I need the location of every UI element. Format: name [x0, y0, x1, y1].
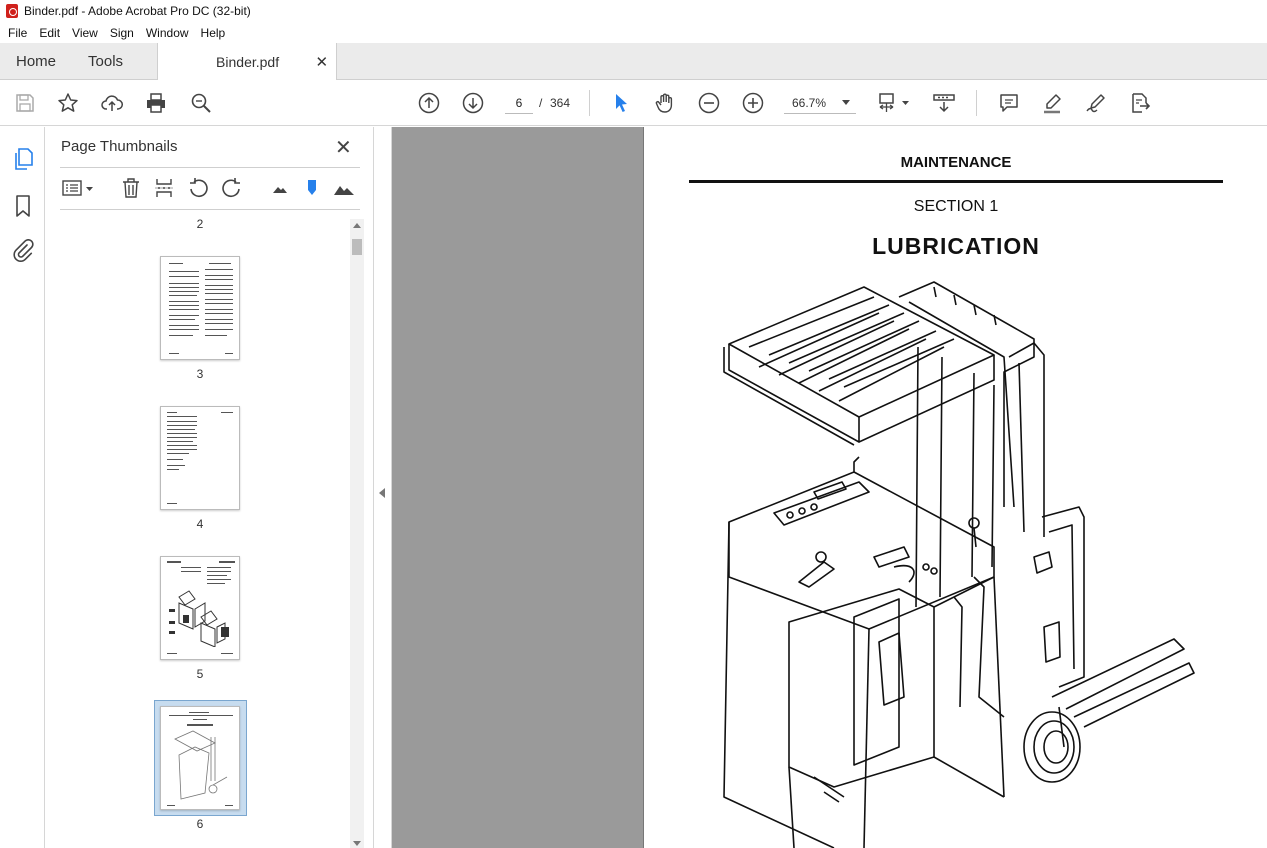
page-thumbnails-icon[interactable]: [11, 147, 35, 171]
scroll-down-icon[interactable]: [353, 841, 361, 846]
menu-sign[interactable]: Sign: [104, 26, 140, 40]
pdf-page: MAINTENANCE SECTION 1 LUBRICATION: [643, 127, 1267, 848]
main-toolbar: / 364 66.7%: [0, 80, 1267, 126]
page-thumbnails-panel: Page Thumbnails ✕ 2 3 4 5 6: [45, 127, 374, 848]
thumbnail-page-5[interactable]: [160, 556, 240, 660]
close-panel-icon[interactable]: ✕: [335, 135, 352, 160]
tab-document[interactable]: Binder.pdf ✕: [157, 43, 338, 80]
document-title: LUBRICATION: [872, 233, 1040, 259]
thumbnail-page-6[interactable]: [160, 706, 240, 810]
title-bar: Binder.pdf - Adobe Acrobat Pro DC (32-bi…: [0, 0, 1267, 22]
zoom-in-icon[interactable]: [741, 91, 765, 115]
document-view[interactable]: MAINTENANCE SECTION 1 LUBRICATION: [392, 127, 1267, 848]
document-section: SECTION 1: [913, 198, 999, 215]
header-rule: [689, 180, 1223, 183]
menu-window[interactable]: Window: [140, 26, 195, 40]
forklift-illustration: [723, 281, 1195, 848]
toolbar-divider: [976, 90, 977, 116]
close-tab-icon[interactable]: ✕: [315, 53, 328, 71]
thumbnail-page-number: 2: [196, 217, 204, 231]
thumbnail-large-icon[interactable]: [333, 177, 355, 199]
window-title: Binder.pdf - Adobe Acrobat Pro DC (32-bi…: [24, 4, 251, 18]
tab-tools[interactable]: Tools: [72, 43, 139, 79]
thumbnail-page-number: 4: [196, 517, 204, 531]
panel-divider: [60, 167, 360, 168]
thumbnail-page-number: 6: [196, 817, 204, 831]
thumbnail-page-number: 3: [196, 367, 204, 381]
save-icon[interactable]: [13, 91, 37, 115]
thumbnail-page-4[interactable]: [160, 406, 240, 510]
extract-page-icon[interactable]: [153, 177, 175, 199]
toolbar-divider: [589, 90, 590, 116]
panel-splitter[interactable]: [374, 127, 392, 848]
document-tab-label: Binder.pdf: [216, 53, 280, 70]
zoom-level-value: 66.7%: [792, 95, 827, 110]
rotate-right-icon[interactable]: [221, 177, 243, 199]
total-pages: 364: [550, 96, 571, 110]
zoom-out-icon[interactable]: [697, 91, 721, 115]
fit-page-icon[interactable]: [876, 91, 912, 115]
thumbnail-size-slider-icon[interactable]: [301, 177, 323, 199]
delete-page-icon[interactable]: [120, 177, 142, 199]
menu-view[interactable]: View: [66, 26, 104, 40]
page-separator: /: [539, 96, 543, 110]
zoom-level-dropdown[interactable]: 66.7%: [784, 92, 856, 114]
panel-title: Page Thumbnails: [61, 138, 178, 155]
next-page-icon[interactable]: [461, 91, 485, 115]
tab-bar: Home Tools Binder.pdf ✕: [0, 43, 1267, 80]
previous-page-icon[interactable]: [417, 91, 441, 115]
scrollbar-thumb[interactable]: [352, 239, 362, 255]
print-icon[interactable]: [144, 91, 168, 115]
thumbnails-scrollbar[interactable]: [350, 219, 364, 848]
menu-file[interactable]: File: [2, 26, 33, 40]
current-page-input[interactable]: [505, 92, 533, 114]
scroll-mode-icon[interactable]: [931, 91, 957, 115]
hand-tool-icon[interactable]: [653, 91, 677, 115]
attachment-paperclip-icon[interactable]: [11, 238, 35, 263]
thumbnail-small-icon[interactable]: [269, 177, 291, 199]
cloud-upload-icon[interactable]: [100, 91, 124, 115]
select-cursor-icon[interactable]: [609, 91, 633, 115]
highlight-pen-icon[interactable]: [1040, 91, 1064, 115]
menu-bar: File Edit View Sign Window Help: [0, 22, 1267, 43]
navigation-rail: [0, 127, 45, 848]
scroll-up-icon[interactable]: [353, 223, 361, 228]
export-pdf-icon[interactable]: [1128, 91, 1152, 115]
comment-icon[interactable]: [997, 91, 1021, 115]
menu-edit[interactable]: Edit: [33, 26, 66, 40]
acrobat-pdf-icon: [6, 4, 18, 18]
sign-pen-icon[interactable]: [1084, 91, 1108, 115]
thumbnail-page-number: 5: [196, 667, 204, 681]
menu-help[interactable]: Help: [195, 26, 232, 40]
document-header: MAINTENANCE: [900, 154, 1012, 171]
collapse-panel-icon[interactable]: [379, 488, 385, 498]
chevron-down-icon: [842, 100, 850, 105]
thumbnail-options-icon[interactable]: [61, 177, 95, 199]
bookmark-icon[interactable]: [11, 194, 35, 218]
star-icon[interactable]: [56, 91, 80, 115]
zoom-search-icon[interactable]: [189, 91, 213, 115]
tab-home[interactable]: Home: [0, 43, 72, 79]
panel-divider: [60, 209, 360, 210]
thumbnail-page-3[interactable]: [160, 256, 240, 360]
rotate-left-icon[interactable]: [187, 177, 209, 199]
